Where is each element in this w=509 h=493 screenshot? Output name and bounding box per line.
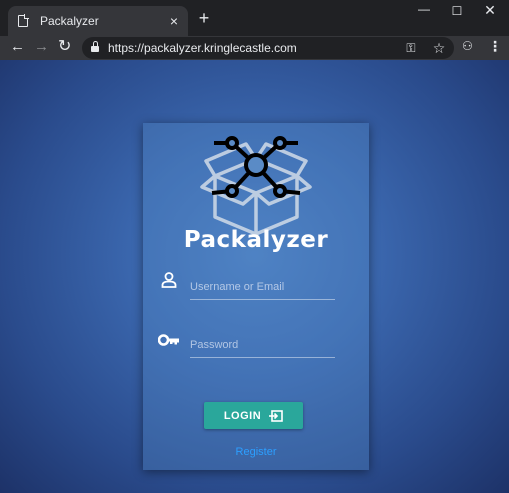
login-card: Packalyzer LOGIN Register [143, 123, 369, 470]
tab-close-button[interactable]: × [170, 14, 178, 28]
extension-icon[interactable]: ⚇ [462, 39, 473, 53]
star-icon[interactable]: ☆ [432, 40, 446, 57]
user-icon [161, 272, 177, 288]
reload-icon[interactable]: ↻ [58, 38, 71, 56]
brand-title: Packalyzer [183, 227, 329, 253]
url-text[interactable]: https://packalyzer.kringlecastle.com [108, 41, 404, 55]
menu-icon[interactable]: ⋮ [488, 38, 502, 55]
package-network-icon [200, 136, 312, 235]
browser-titlebar: Packalyzer × + — ☐ ✕ [0, 0, 509, 36]
browser-tab[interactable]: Packalyzer × [8, 6, 188, 36]
address-bar[interactable]: https://packalyzer.kringlecastle.com ⚿ ☆ [82, 37, 454, 59]
register-link[interactable]: Register [143, 446, 369, 458]
login-button-label: LOGIN [223, 409, 262, 422]
login-enter-icon [269, 409, 283, 422]
window-maximize-button[interactable]: ☐ [447, 4, 467, 18]
document-icon [18, 14, 29, 27]
page-viewport: Packalyzer LOGIN Register [0, 60, 509, 493]
browser-toolbar: ← → ↻ https://packalyzer.kringlecastle.c… [0, 36, 509, 60]
tab-title: Packalyzer [40, 14, 99, 28]
window-minimize-button[interactable]: — [414, 2, 434, 16]
lock-icon[interactable] [91, 41, 99, 54]
forward-icon[interactable]: → [34, 38, 49, 56]
username-input[interactable] [190, 276, 335, 300]
new-tab-button[interactable]: + [196, 9, 212, 27]
key-icon [158, 334, 179, 346]
window-close-button[interactable]: ✕ [480, 2, 500, 19]
back-icon[interactable]: ← [10, 38, 25, 56]
password-input[interactable] [190, 334, 335, 358]
login-button[interactable]: LOGIN [204, 402, 303, 429]
key-icon[interactable]: ⚿ [404, 41, 418, 56]
